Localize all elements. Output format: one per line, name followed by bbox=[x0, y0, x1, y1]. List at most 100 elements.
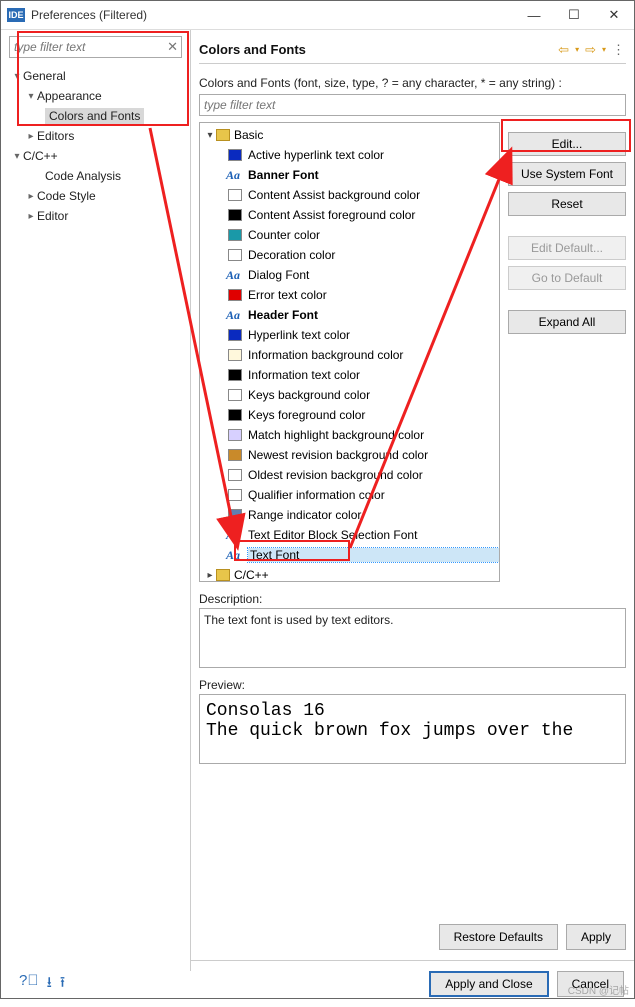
nav-item-colors-fonts[interactable]: Colors and Fonts bbox=[5, 106, 186, 126]
color-swatch bbox=[228, 389, 242, 401]
expand-all-button[interactable]: Expand All bbox=[508, 310, 626, 334]
nav-filter-input[interactable] bbox=[9, 36, 182, 58]
nav-item-cpp[interactable]: ▾C/C++ bbox=[5, 146, 186, 166]
restore-defaults-button[interactable]: Restore Defaults bbox=[439, 924, 558, 950]
tree-row[interactable]: Aa Text Editor Block Selection Font bbox=[200, 525, 499, 545]
tree-row[interactable]: Counter color bbox=[200, 225, 499, 245]
tree-item-label: Keys foreground color bbox=[248, 408, 499, 422]
tree-row[interactable]: Keys foreground color bbox=[200, 405, 499, 425]
tree-item-label: Header Font bbox=[248, 308, 499, 322]
color-swatch bbox=[228, 249, 242, 261]
tree-item-label: Hyperlink text color bbox=[248, 328, 499, 342]
tree-row[interactable]: Content Assist foreground color bbox=[200, 205, 499, 225]
edit-button[interactable]: Edit... bbox=[508, 132, 626, 156]
tree-row[interactable]: Aa Header Font bbox=[200, 305, 499, 325]
tree-item-label: Qualifier information color bbox=[248, 488, 499, 502]
tree-item-label: Active hyperlink text color bbox=[248, 148, 499, 162]
tree-row[interactable]: Match highlight background color bbox=[200, 425, 499, 445]
font-icon: Aa bbox=[226, 528, 244, 543]
cf-filter-input[interactable] bbox=[199, 94, 626, 116]
tree-row[interactable]: Oldest revision background color bbox=[200, 465, 499, 485]
nav-item-appearance[interactable]: ▾Appearance bbox=[5, 86, 186, 106]
tree-row[interactable]: AaBanner Font bbox=[200, 165, 499, 185]
color-swatch bbox=[228, 469, 242, 481]
page-title: Colors and Fonts bbox=[199, 42, 558, 57]
color-swatch bbox=[228, 369, 242, 381]
tree-item-label: Newest revision background color bbox=[248, 448, 499, 462]
use-system-font-button[interactable]: Use System Font bbox=[508, 162, 626, 186]
apply-button[interactable]: Apply bbox=[566, 924, 626, 950]
tree-item-label: Keys background color bbox=[248, 388, 499, 402]
minimize-button[interactable]: — bbox=[514, 1, 554, 29]
close-button[interactable]: ✕ bbox=[594, 1, 634, 29]
tree-item-label: Information text color bbox=[248, 368, 499, 382]
tree-row[interactable]: Information text color bbox=[200, 365, 499, 385]
apply-close-button[interactable]: Apply and Close bbox=[429, 971, 548, 997]
tree-item-label: Information background color bbox=[248, 348, 499, 362]
import-icon[interactable]: ⭳ bbox=[47, 972, 52, 997]
export-icon[interactable]: ⭱ bbox=[60, 972, 65, 997]
color-font-tree[interactable]: ▾Basic Active hyperlink text color AaBanne… bbox=[199, 122, 500, 582]
watermark: CSDN @记帖 bbox=[568, 982, 629, 997]
tree-row[interactable]: Keys background color bbox=[200, 385, 499, 405]
tree-item-label: Counter color bbox=[248, 228, 499, 242]
color-swatch bbox=[228, 289, 242, 301]
nav-forward-icon[interactable]: ⇨ bbox=[585, 42, 596, 58]
nav-forward-menu[interactable]: ▾ bbox=[602, 45, 606, 54]
titlebar: IDE Preferences (Filtered) — ☐ ✕ bbox=[1, 1, 634, 30]
tree-item-label: Decoration color bbox=[248, 248, 499, 262]
nav-item-code-style[interactable]: ▸Code Style bbox=[5, 186, 186, 206]
filter-label: Colors and Fonts (font, size, type, ? = … bbox=[199, 76, 626, 90]
preview-label: Preview: bbox=[199, 678, 626, 692]
color-swatch bbox=[228, 409, 242, 421]
tree-row[interactable]: ▾Basic bbox=[200, 125, 499, 145]
tree-row[interactable]: Content Assist background color bbox=[200, 185, 499, 205]
tree-row[interactable]: ▸C/C++ bbox=[200, 565, 499, 582]
color-swatch bbox=[228, 149, 242, 161]
color-swatch bbox=[228, 329, 242, 341]
help-icon[interactable]: ?⃝ bbox=[19, 972, 39, 997]
nav-item-editor[interactable]: ▸Editor bbox=[5, 206, 186, 226]
description-label: Description: bbox=[199, 592, 626, 606]
color-swatch bbox=[228, 189, 242, 201]
tree-item-label: Oldest revision background color bbox=[248, 468, 499, 482]
tree-item-label: C/C++ bbox=[234, 568, 499, 582]
tree-row[interactable]: Hyperlink text color bbox=[200, 325, 499, 345]
window-title: Preferences (Filtered) bbox=[31, 8, 514, 22]
edit-default-button: Edit Default... bbox=[508, 236, 626, 260]
tree-row[interactable]: AaDialog Font bbox=[200, 265, 499, 285]
folder-icon bbox=[216, 129, 230, 141]
tree-item-label: Range indicator color bbox=[248, 508, 499, 522]
font-icon: Aa bbox=[226, 308, 244, 323]
tree-row[interactable]: Range indicator color bbox=[200, 505, 499, 525]
tree-row[interactable]: Newest revision background color bbox=[200, 445, 499, 465]
preview-text: Consolas 16The quick brown fox jumps ove… bbox=[199, 694, 626, 764]
nav-back-icon[interactable]: ⇦ bbox=[558, 42, 569, 58]
color-swatch bbox=[228, 429, 242, 441]
font-icon: Aa bbox=[226, 168, 244, 183]
tree-item-label: Text Editor Block Selection Font bbox=[248, 528, 499, 542]
tree-row[interactable]: Qualifier information color bbox=[200, 485, 499, 505]
color-swatch bbox=[228, 509, 242, 521]
ide-icon: IDE bbox=[7, 8, 25, 22]
reset-button[interactable]: Reset bbox=[508, 192, 626, 216]
tree-row[interactable]: AaText Font bbox=[200, 545, 499, 565]
nav-item-editors[interactable]: ▸Editors bbox=[5, 126, 186, 146]
settings-pane: Colors and Fonts ⇦ ▾ ⇨ ▾ ⋮ Colors and Font… bbox=[191, 30, 634, 971]
nav-item-code-analysis[interactable]: Code Analysis bbox=[5, 166, 186, 186]
maximize-button[interactable]: ☐ bbox=[554, 1, 594, 29]
tree-item-label: Text Font bbox=[248, 548, 499, 562]
tree-row[interactable]: Error text color bbox=[200, 285, 499, 305]
color-swatch bbox=[228, 489, 242, 501]
tree-row[interactable]: Decoration color bbox=[200, 245, 499, 265]
tree-row[interactable]: Information background color bbox=[200, 345, 499, 365]
nav-item-general[interactable]: ▾General bbox=[5, 66, 186, 86]
nav-back-menu[interactable]: ▾ bbox=[575, 45, 579, 54]
view-menu-icon[interactable]: ⋮ bbox=[612, 42, 626, 58]
tree-row[interactable]: Active hyperlink text color bbox=[200, 145, 499, 165]
nav-sidebar: ✕ ▾General ▾Appearance Colors and Fonts … bbox=[1, 30, 191, 971]
folder-icon bbox=[216, 569, 230, 581]
color-swatch bbox=[228, 449, 242, 461]
color-swatch bbox=[228, 229, 242, 241]
clear-filter-icon[interactable]: ✕ bbox=[167, 39, 178, 55]
